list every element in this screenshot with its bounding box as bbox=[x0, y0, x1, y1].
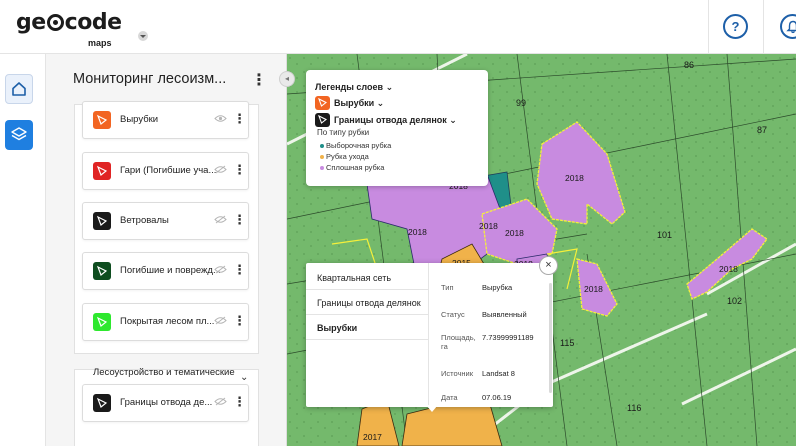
legend-item-label: Рубка ухода bbox=[326, 152, 369, 161]
layer-card[interactable]: Границы отвода де... ⋮ bbox=[82, 384, 249, 422]
chevron-down-icon[interactable]: ⌄ bbox=[240, 372, 248, 383]
quarter-number-label: 87 bbox=[757, 125, 767, 135]
layer-icon bbox=[315, 113, 330, 127]
legend-item-label: Выборочная рубка bbox=[326, 141, 392, 150]
layer-icon bbox=[93, 313, 111, 331]
layers-button[interactable] bbox=[5, 120, 33, 150]
layer-menu-button[interactable]: ⋮ bbox=[233, 212, 246, 228]
left-rail bbox=[0, 54, 46, 446]
layer-label: Ветровалы bbox=[120, 215, 169, 226]
layer-card[interactable]: Покрытая лесом пл... ⋮ bbox=[82, 303, 249, 341]
eye-icon[interactable] bbox=[214, 114, 227, 126]
layer-icon bbox=[93, 262, 111, 280]
layer-label: Вырубки bbox=[120, 114, 159, 125]
layer-icon bbox=[93, 111, 111, 129]
eye-off-icon[interactable] bbox=[214, 316, 227, 328]
layer-menu-button[interactable]: ⋮ bbox=[233, 162, 246, 178]
cut-year-label: 2018 bbox=[719, 264, 738, 274]
attribute-value: Выявленный bbox=[482, 310, 527, 319]
chevron-down-icon[interactable] bbox=[138, 31, 148, 41]
divider bbox=[708, 0, 709, 54]
popup-tabs: Квартальная сеть Границы отвода делянок … bbox=[306, 263, 429, 407]
attribute-value: 7.73999991189 bbox=[482, 333, 534, 342]
app-logo[interactable]: ge code maps bbox=[16, 10, 148, 48]
layer-icon bbox=[93, 212, 111, 230]
quarter-number-label: 101 bbox=[657, 230, 672, 240]
notification-bell-icon[interactable] bbox=[780, 14, 796, 39]
eye-off-icon[interactable] bbox=[214, 165, 227, 177]
layer-menu-button[interactable]: ⋮ bbox=[233, 394, 246, 410]
layer-label: Гари (Погибшие уча... bbox=[120, 165, 217, 176]
legend-group-label: По типу рубки bbox=[317, 128, 370, 137]
legend-swatch bbox=[320, 166, 324, 170]
attribute-key: Тип bbox=[441, 283, 454, 292]
popup-pointer bbox=[426, 405, 438, 412]
quarter-number-label: 115 bbox=[560, 338, 574, 348]
cut-year-label: 2018 bbox=[565, 173, 584, 183]
collapse-panel-button[interactable]: ◂ bbox=[279, 71, 295, 87]
attribute-value: 07.06.19 bbox=[482, 393, 512, 402]
legend-layer-label[interactable]: Вырубки ⌄ bbox=[334, 98, 384, 109]
layer-label: Покрытая лесом пл... bbox=[120, 316, 215, 327]
attribute-key: Площадь, га bbox=[441, 333, 476, 351]
layer-card[interactable]: Погибшие и поврежд... ⋮ bbox=[82, 252, 249, 290]
tab-clearcuts[interactable]: Вырубки bbox=[306, 315, 429, 340]
layer-label: Погибшие и поврежд... bbox=[120, 265, 221, 276]
close-icon[interactable]: × bbox=[539, 256, 558, 275]
eye-off-icon[interactable] bbox=[214, 215, 227, 227]
attribute-key: Дата bbox=[441, 393, 458, 402]
eye-off-icon[interactable] bbox=[214, 397, 227, 409]
home-icon bbox=[12, 82, 26, 96]
layer-label: Границы отвода де... bbox=[120, 397, 213, 408]
layer-menu-button[interactable]: ⋮ bbox=[233, 262, 246, 278]
attribute-key: Статус bbox=[441, 310, 465, 319]
layers-icon bbox=[11, 127, 27, 141]
section-title: Лесоустройство и тематические bbox=[93, 367, 235, 378]
feature-popup: Квартальная сеть Границы отвода делянок … bbox=[306, 263, 553, 407]
panel-menu-button[interactable]: ⋮ bbox=[251, 70, 267, 90]
legend-swatch bbox=[320, 155, 324, 159]
legend-swatch bbox=[320, 144, 324, 148]
attribute-key: Источник bbox=[441, 369, 474, 378]
layer-card[interactable]: Вырубки ⋮ bbox=[82, 101, 249, 139]
layer-icon bbox=[93, 394, 111, 412]
layer-icon bbox=[93, 162, 111, 180]
quarter-number-label: 99 bbox=[516, 98, 526, 108]
legend-layer-label[interactable]: Границы отвода делянок ⌄ bbox=[334, 115, 457, 126]
quarter-number-label: 116 bbox=[627, 403, 641, 413]
layer-menu-button[interactable]: ⋮ bbox=[233, 111, 246, 127]
cut-year-label: 2018 bbox=[408, 227, 427, 237]
scrollbar[interactable] bbox=[549, 283, 552, 393]
cut-year-label: 2018 bbox=[479, 221, 498, 231]
cut-year-label: 2017 bbox=[363, 432, 382, 442]
help-button[interactable]: ? bbox=[723, 14, 748, 39]
logo-subtitle: maps bbox=[88, 38, 112, 48]
eye-off-icon[interactable] bbox=[214, 265, 227, 277]
logo-globe-icon bbox=[46, 14, 64, 31]
top-bar: ge code maps ? bbox=[0, 0, 796, 54]
layer-menu-button[interactable]: ⋮ bbox=[233, 313, 246, 329]
tab-allotment-boundaries[interactable]: Границы отвода делянок bbox=[306, 290, 429, 315]
cut-year-label: 2018 bbox=[584, 284, 603, 294]
quarter-number-label: 86 bbox=[684, 60, 694, 70]
tab-quarter-grid[interactable]: Квартальная сеть bbox=[306, 265, 429, 290]
home-button[interactable] bbox=[5, 74, 33, 104]
layer-card[interactable]: Гари (Погибшие уча... ⋮ bbox=[82, 152, 249, 190]
panel-title: Мониторинг лесоизм... bbox=[73, 71, 227, 87]
legend-item-label: Сплошная рубка bbox=[326, 163, 385, 172]
legend-panel: Легенды слоев ⌄ Вырубки ⌄ Границы отвода… bbox=[306, 70, 488, 186]
attribute-value: Вырубка bbox=[482, 283, 513, 292]
logo-text: ge code bbox=[16, 10, 122, 35]
attribute-value: Landsat 8 bbox=[482, 369, 515, 378]
divider bbox=[763, 0, 764, 54]
layer-icon bbox=[315, 96, 330, 110]
layer-card[interactable]: Ветровалы ⋮ bbox=[82, 202, 249, 240]
legend-title[interactable]: Легенды слоев ⌄ bbox=[315, 82, 393, 93]
cut-year-label: 2018 bbox=[505, 228, 524, 238]
quarter-number-label: 102 bbox=[727, 296, 742, 306]
